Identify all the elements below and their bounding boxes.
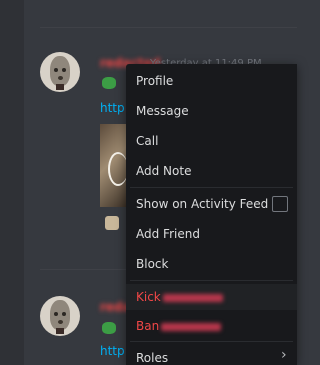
menu-item-add-note[interactable]: Add Note — [136, 164, 191, 178]
avatar-face — [50, 56, 70, 86]
reaction-emoji-icon[interactable] — [105, 216, 119, 230]
menu-item-ban[interactable]: Ban — [136, 319, 222, 333]
kick-label: Kick — [136, 290, 161, 304]
user-avatar[interactable] — [40, 52, 80, 92]
avatar-face — [50, 300, 70, 330]
frog-emoji-icon — [102, 77, 116, 89]
image-detail — [108, 152, 128, 186]
avatar-nose — [58, 320, 63, 324]
menu-item-block[interactable]: Block — [136, 257, 168, 271]
user-avatar[interactable] — [40, 296, 80, 336]
avatar-nose — [58, 76, 63, 80]
frog-emoji-icon — [102, 322, 116, 334]
avatar-eye — [62, 68, 66, 72]
ban-label: Ban — [136, 319, 160, 333]
avatar-eye — [62, 312, 66, 316]
avatar-tie — [56, 328, 64, 334]
menu-item-kick[interactable]: Kick — [136, 290, 223, 304]
menu-item-call[interactable]: Call — [136, 134, 158, 148]
user-context-menu: Profile Message Call Add Note Show on Ac… — [126, 64, 297, 365]
menu-item-activity-feed[interactable]: Show on Activity Feed — [136, 197, 268, 211]
redacted-username — [161, 322, 222, 331]
top-divider — [40, 27, 297, 28]
menu-item-roles[interactable]: Roles — [136, 351, 168, 365]
avatar-eye — [54, 312, 58, 316]
avatar-tie — [56, 84, 64, 90]
embedded-image[interactable] — [100, 124, 128, 207]
chevron-right-icon: › — [281, 347, 287, 363]
menu-separator — [130, 187, 293, 188]
avatar-eye — [54, 68, 58, 72]
redacted-username — [162, 293, 223, 302]
menu-separator — [130, 341, 293, 342]
activity-feed-checkbox[interactable] — [272, 196, 288, 212]
message-link[interactable]: http — [100, 344, 125, 358]
message-link[interactable]: http — [100, 101, 125, 115]
menu-item-profile[interactable]: Profile — [136, 74, 173, 88]
menu-item-message[interactable]: Message — [136, 104, 189, 118]
menu-separator — [130, 280, 293, 281]
channel-rail — [0, 0, 24, 365]
menu-item-add-friend[interactable]: Add Friend — [136, 227, 200, 241]
